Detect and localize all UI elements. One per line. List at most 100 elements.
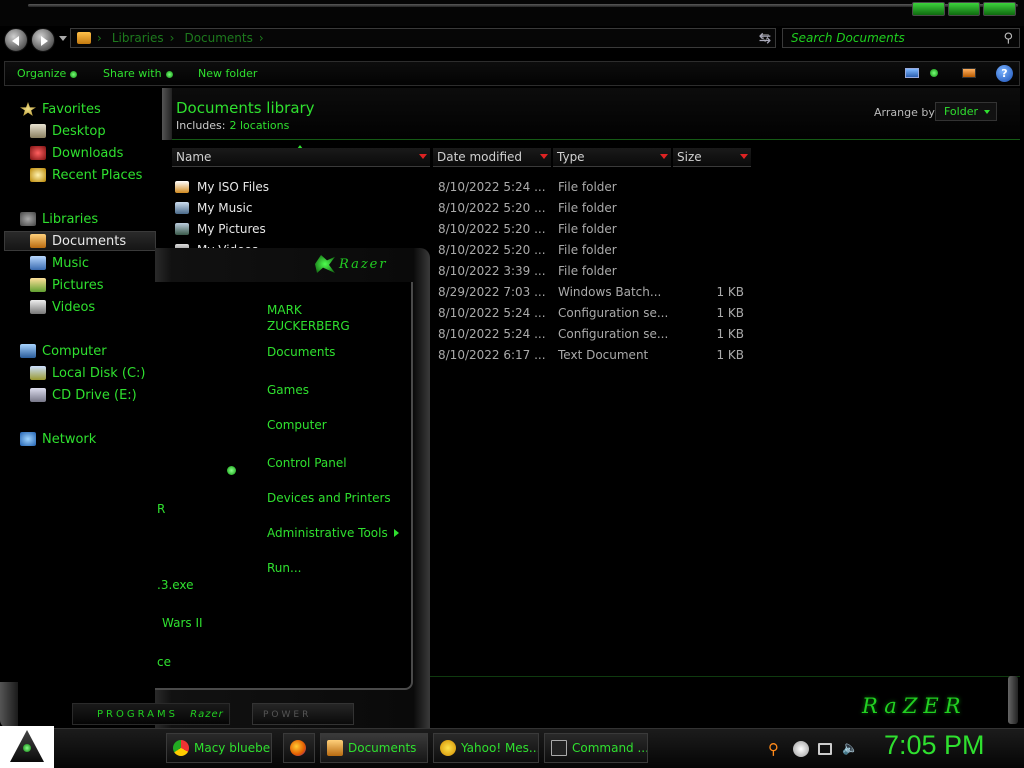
column-dropdown-icon[interactable] [740, 154, 748, 159]
search-icon[interactable]: ⚲ [1003, 31, 1013, 46]
all-programs-button[interactable]: PROGRAMS Razer [72, 703, 230, 725]
breadcrumb-separator[interactable]: › [170, 31, 175, 45]
tray-search-icon[interactable]: ⚲ [768, 741, 784, 757]
share-with-button[interactable]: Share with [103, 67, 173, 80]
search-input[interactable]: Search Documents ⚲ [782, 28, 1020, 48]
recent-pages-icon[interactable] [59, 36, 67, 41]
column-dropdown-icon[interactable] [540, 154, 548, 159]
nav-music[interactable]: Music [30, 254, 89, 272]
start-menu-user[interactable]: MARK ZUCKERBERG [267, 302, 350, 334]
file-row[interactable]: 8/10/2022 3:39 ... File folder [438, 261, 758, 282]
file-row[interactable]: My Music 8/10/2022 5:20 ... File folder [175, 198, 775, 219]
organize-dropdown-icon [70, 70, 78, 78]
taskbar-clock[interactable]: 7:05 PM [884, 730, 985, 761]
breadcrumb-documents[interactable]: Documents [184, 31, 252, 45]
tray-volume-icon[interactable]: 🔈 [842, 741, 858, 757]
music-folder-icon [175, 202, 189, 214]
file-row[interactable]: 8/10/2022 5:24 ... Configuration se... 1… [438, 324, 758, 345]
file-date: 8/10/2022 5:24 ... [438, 306, 546, 320]
start-button[interactable] [0, 726, 54, 768]
nav-desktop[interactable]: Desktop [30, 122, 106, 140]
minimize-button[interactable] [912, 2, 945, 16]
breadcrumb-separator[interactable]: › [97, 31, 102, 45]
arrange-by-select[interactable]: Folder [935, 102, 997, 121]
file-row[interactable]: 8/10/2022 6:17 ... Text Document 1 KB [438, 345, 758, 366]
nav-network[interactable]: Network [20, 430, 96, 448]
window-controls[interactable] [912, 2, 1017, 16]
folder-icon [327, 740, 343, 756]
file-date: 8/10/2022 5:20 ... [438, 201, 546, 215]
recent-program[interactable]: Wars II [162, 616, 203, 630]
documents-icon [30, 234, 46, 248]
nav-computer[interactable]: Computer [20, 342, 107, 360]
nav-videos[interactable]: Videos [30, 298, 95, 316]
tray-network-icon[interactable] [818, 743, 832, 755]
nav-recent-places[interactable]: Recent Places [30, 166, 142, 184]
recent-places-icon [30, 168, 46, 182]
taskbar-command-prompt[interactable]: Command ... [544, 733, 648, 763]
music-icon [30, 256, 46, 270]
file-type: File folder [558, 264, 617, 278]
firefox-icon [290, 740, 306, 756]
refresh-icon[interactable]: ⇆ [755, 29, 775, 47]
forward-button[interactable] [31, 28, 55, 52]
start-menu-control-panel[interactable]: Control Panel [267, 456, 347, 470]
back-button[interactable] [4, 28, 28, 52]
locations-link[interactable]: 2 locations [229, 119, 289, 132]
start-menu-computer[interactable]: Computer [267, 418, 327, 432]
nav-cd-drive[interactable]: CD Drive (E:) [30, 386, 137, 404]
window-resize-edge[interactable] [1008, 676, 1018, 724]
nav-label: Pictures [52, 277, 104, 293]
column-dropdown-icon[interactable] [419, 154, 427, 159]
column-dropdown-icon[interactable] [660, 154, 668, 159]
file-size: 1 KB [716, 306, 744, 320]
tray-status-icon[interactable] [793, 741, 809, 757]
nav-downloads[interactable]: Downloads [30, 144, 123, 162]
nav-local-disk[interactable]: Local Disk (C:) [30, 364, 145, 382]
razer-logo-text: Razer [339, 256, 388, 272]
breadcrumb-separator[interactable]: › [259, 31, 264, 45]
address-bar[interactable]: › Libraries › Documents › ▽ [70, 28, 776, 48]
command-prompt-icon [551, 740, 567, 756]
nav-documents[interactable]: Documents [4, 231, 156, 251]
file-row-details[interactable]: 8/10/2022 5:20 ... File folder [438, 240, 758, 261]
column-header-type[interactable]: Type [553, 148, 671, 167]
nav-libraries[interactable]: Libraries [20, 210, 98, 228]
column-header-date[interactable]: Date modified [433, 148, 551, 167]
organize-button[interactable]: Organize [17, 67, 78, 80]
preview-pane-icon[interactable] [962, 68, 976, 78]
file-row[interactable]: My Pictures 8/10/2022 5:20 ... File fold… [175, 219, 775, 240]
maximize-button[interactable] [947, 2, 981, 16]
file-row[interactable]: My ISO Files 8/10/2022 5:24 ... File fol… [175, 177, 775, 198]
taskbar-chrome[interactable]: Macy bluebe... [166, 733, 272, 763]
view-options-icon[interactable] [930, 69, 938, 77]
recent-program[interactable]: .3.exe [157, 578, 194, 592]
recent-program[interactable]: R [157, 502, 165, 516]
nav-pictures[interactable]: Pictures [30, 276, 103, 294]
file-type: Text Document [558, 348, 649, 362]
column-header-name[interactable]: Name [172, 148, 430, 167]
start-menu-run[interactable]: Run... [267, 561, 301, 575]
nav-favorites[interactable]: Favorites [20, 100, 101, 118]
recent-program[interactable]: ce [157, 655, 171, 669]
start-menu-documents[interactable]: Documents [267, 345, 335, 359]
file-row[interactable]: 8/29/2022 7:03 ... Windows Batch... 1 KB [438, 282, 758, 303]
file-row[interactable]: 8/10/2022 5:24 ... Configuration se... 1… [438, 303, 758, 324]
taskbar-firefox[interactable] [283, 733, 315, 763]
library-title: Documents library [176, 99, 315, 117]
start-menu-games[interactable]: Games [267, 383, 309, 397]
start-menu-admin-tools[interactable]: Administrative Tools [267, 526, 388, 540]
new-folder-button[interactable]: New folder [198, 67, 257, 80]
start-menu-devices[interactable]: Devices and Printers [267, 491, 391, 505]
library-includes: Includes: 2 locations [176, 119, 289, 132]
column-header-size[interactable]: Size [673, 148, 751, 167]
file-date: 8/10/2022 5:24 ... [438, 327, 546, 341]
taskbar-yahoo-messenger[interactable]: Yahoo! Mes... [433, 733, 539, 763]
taskbar-documents[interactable]: Documents [320, 733, 428, 763]
help-icon[interactable]: ? [996, 65, 1013, 82]
arrange-by-label: Arrange by: [874, 106, 938, 119]
power-button[interactable]: POWER [252, 703, 354, 725]
close-button[interactable] [983, 2, 1017, 16]
breadcrumb-libraries[interactable]: Libraries [112, 31, 164, 45]
change-view-icon[interactable] [905, 68, 919, 78]
